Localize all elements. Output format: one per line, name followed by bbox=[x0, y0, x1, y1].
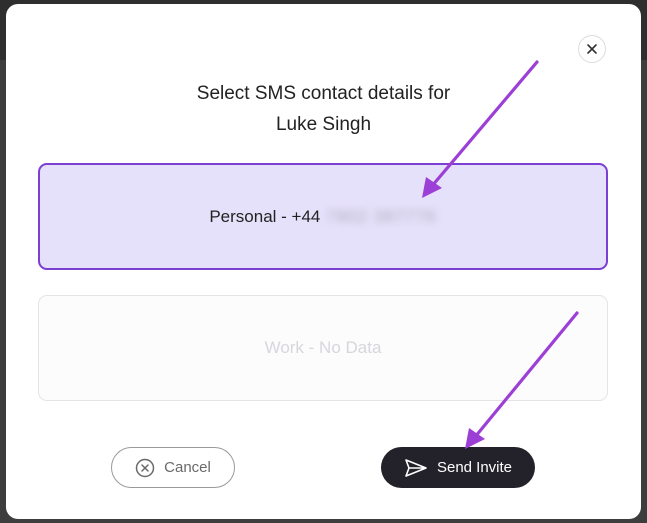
personal-number-option[interactable]: Personal - +44 7802 387776 bbox=[38, 163, 608, 270]
sms-contact-modal: Select SMS contact details for Luke Sing… bbox=[6, 4, 641, 519]
cancel-button[interactable]: Cancel bbox=[111, 447, 235, 488]
modal-title-line1: Select SMS contact details for bbox=[196, 83, 451, 104]
send-invite-label: Send Invite bbox=[436, 459, 513, 476]
x-circle-icon bbox=[135, 458, 155, 477]
cancel-label: Cancel bbox=[164, 459, 211, 476]
personal-number-masked: 7802 387776 bbox=[326, 206, 437, 226]
modal-title-contact-name: Luke Singh bbox=[275, 114, 372, 135]
work-number-option[interactable]: Work - No Data bbox=[38, 295, 608, 401]
send-invite-button[interactable]: Send Invite bbox=[381, 447, 535, 488]
modal-title: Select SMS contact details for Luke Sing… bbox=[6, 78, 641, 140]
close-button[interactable] bbox=[578, 35, 606, 63]
paper-plane-icon bbox=[405, 458, 427, 477]
work-number-label: Work - No Data bbox=[264, 338, 382, 357]
close-icon bbox=[587, 44, 597, 54]
personal-number-label: Personal - +44 bbox=[209, 206, 321, 226]
